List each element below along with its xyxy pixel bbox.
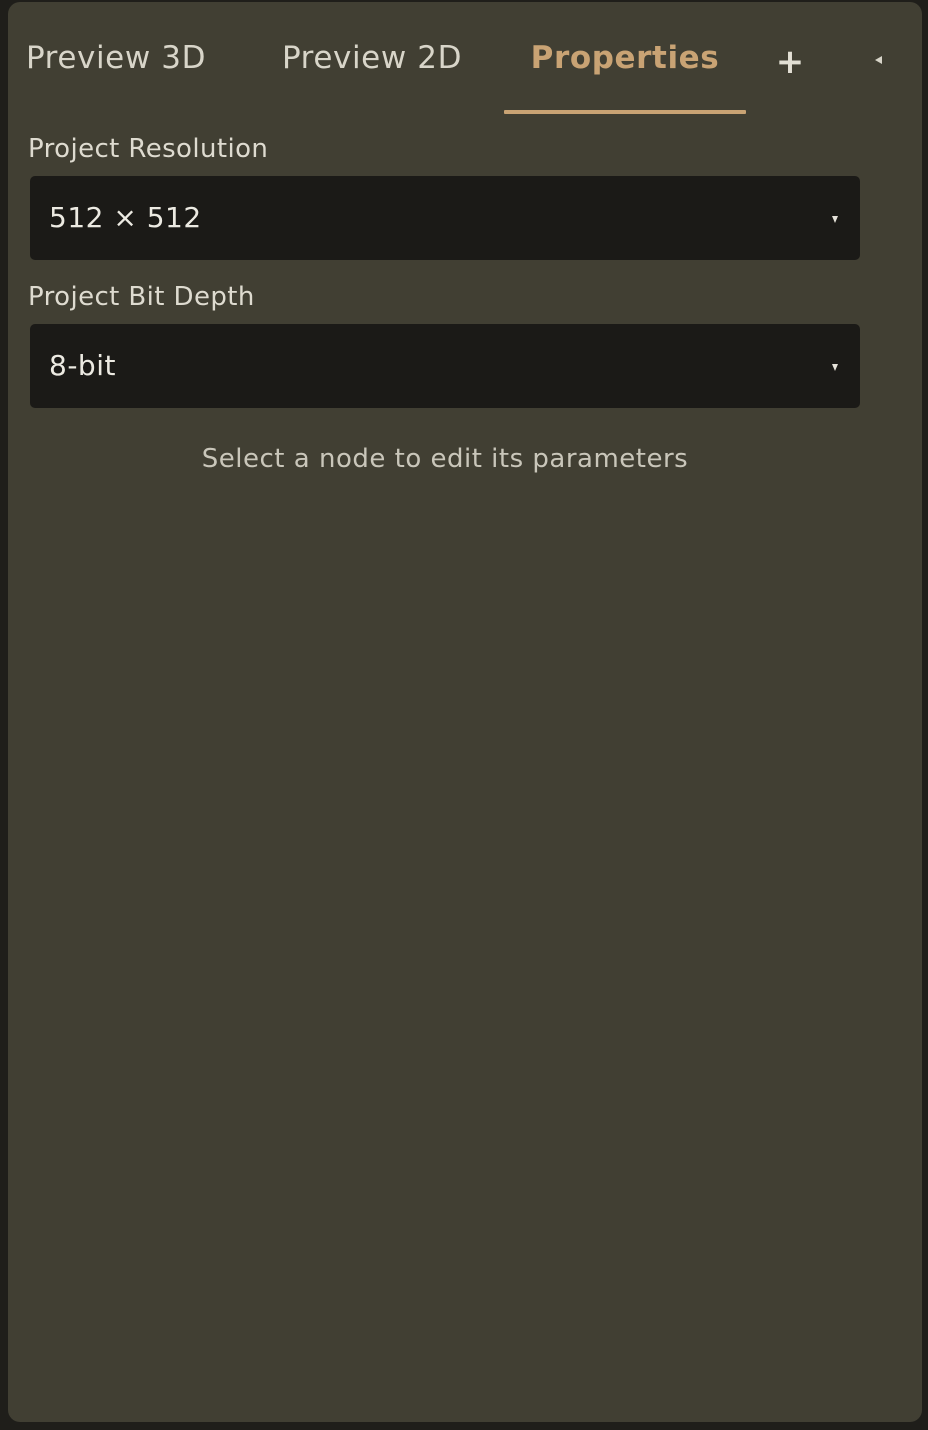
active-tab-indicator <box>504 110 746 114</box>
project-bit-depth-label: Project Bit Depth <box>28 282 255 312</box>
triangle-left-icon <box>874 56 882 64</box>
plus-icon: + <box>775 42 805 82</box>
project-bit-depth-value: 8-bit <box>49 349 116 382</box>
add-tab-button[interactable]: + <box>770 36 810 88</box>
project-resolution-value: 512 × 512 <box>49 201 202 234</box>
tab-properties[interactable]: Properties <box>504 2 746 114</box>
tab-preview-2d[interactable]: Preview 2D <box>252 2 492 114</box>
tab-bar: Preview 3D Preview 2D Properties + <box>8 2 922 114</box>
project-bit-depth-select[interactable]: 8-bit <box>30 324 860 408</box>
tab-preview-3d[interactable]: Preview 3D <box>8 2 224 114</box>
chevron-down-icon <box>832 216 838 223</box>
properties-panel: Preview 3D Preview 2D Properties + Proje… <box>8 2 922 1422</box>
empty-selection-hint: Select a node to edit its parameters <box>201 444 689 474</box>
chevron-down-icon <box>832 364 838 371</box>
project-resolution-select[interactable]: 512 × 512 <box>30 176 860 260</box>
project-resolution-label: Project Resolution <box>28 134 269 164</box>
collapse-panel-button[interactable] <box>866 46 890 74</box>
